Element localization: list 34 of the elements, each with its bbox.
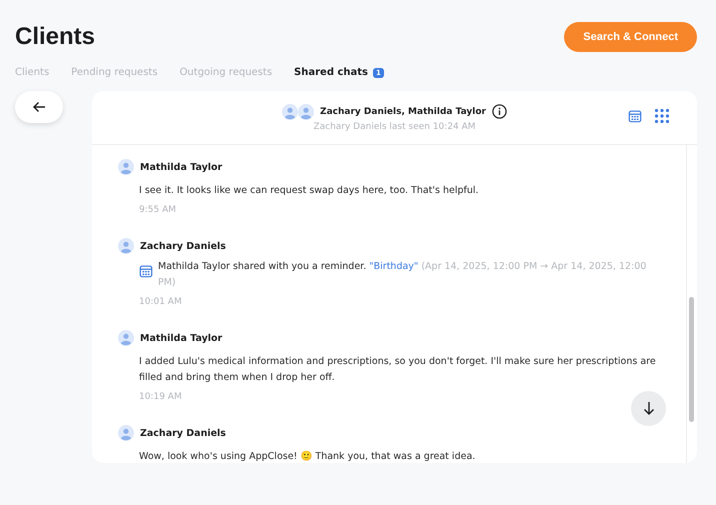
calendar-icon	[628, 109, 642, 123]
avatar-icon	[118, 425, 134, 441]
avatar-icon	[118, 159, 134, 175]
avatar-icon	[118, 238, 134, 254]
avatar-icon	[118, 330, 134, 346]
tab[interactable]: Outgoing requests	[180, 67, 272, 78]
scroll-down-button[interactable]	[631, 391, 666, 426]
last-seen-text: Zachary Daniels last seen 10:24 AM	[313, 122, 476, 132]
arrow-down-icon	[642, 401, 654, 416]
info-icon[interactable]	[492, 104, 507, 119]
calendar-icon	[139, 264, 153, 278]
avatar-icon	[282, 104, 298, 120]
page-title: Clients	[15, 23, 96, 51]
sender-name: Mathilda Taylor	[140, 162, 222, 172]
search-connect-button[interactable]: Search & Connect	[564, 22, 697, 52]
sender-name: Zachary Daniels	[140, 240, 226, 252]
reminder-link[interactable]: "Birthday"	[369, 261, 418, 272]
message-time: 10:19 AM	[139, 392, 183, 402]
message-text: Wow, look who's using AppClose! 🙂 Thank you, that was a great idea.	[139, 450, 476, 463]
scrollbar-thumb[interactable]	[689, 297, 694, 422]
grid-icon[interactable]	[655, 109, 669, 123]
sender-name: Zachary Daniels	[140, 428, 226, 438]
arrow-left-icon	[32, 101, 46, 113]
tab[interactable]: Pending requests	[71, 67, 158, 78]
message-time: 10:01 AM	[139, 297, 183, 307]
sender-name: Mathilda Taylor	[140, 332, 222, 344]
message-text: I added Lulu's medical information and prescriptions, so you don't forget. I'll make sure her prescriptions are filled and bring them when I drop her off.	[139, 355, 657, 385]
message-text: I see it. It looks like we can request swap days here, too. That's helpful.	[139, 184, 480, 198]
message-text: Mathilda Taylor shared with you a reminder. "Birthday" (Apr 14, 2025, 12:00 PM → Apr 14, 2025, 12:00 PM)	[158, 260, 648, 290]
avatar-icon	[298, 104, 314, 120]
back-button[interactable]	[15, 91, 63, 123]
chat-title: Zachary Daniels, Mathilda Taylor	[320, 106, 486, 116]
message-time: 9:55 AM	[139, 205, 177, 215]
tab[interactable]: Clients	[15, 67, 50, 78]
